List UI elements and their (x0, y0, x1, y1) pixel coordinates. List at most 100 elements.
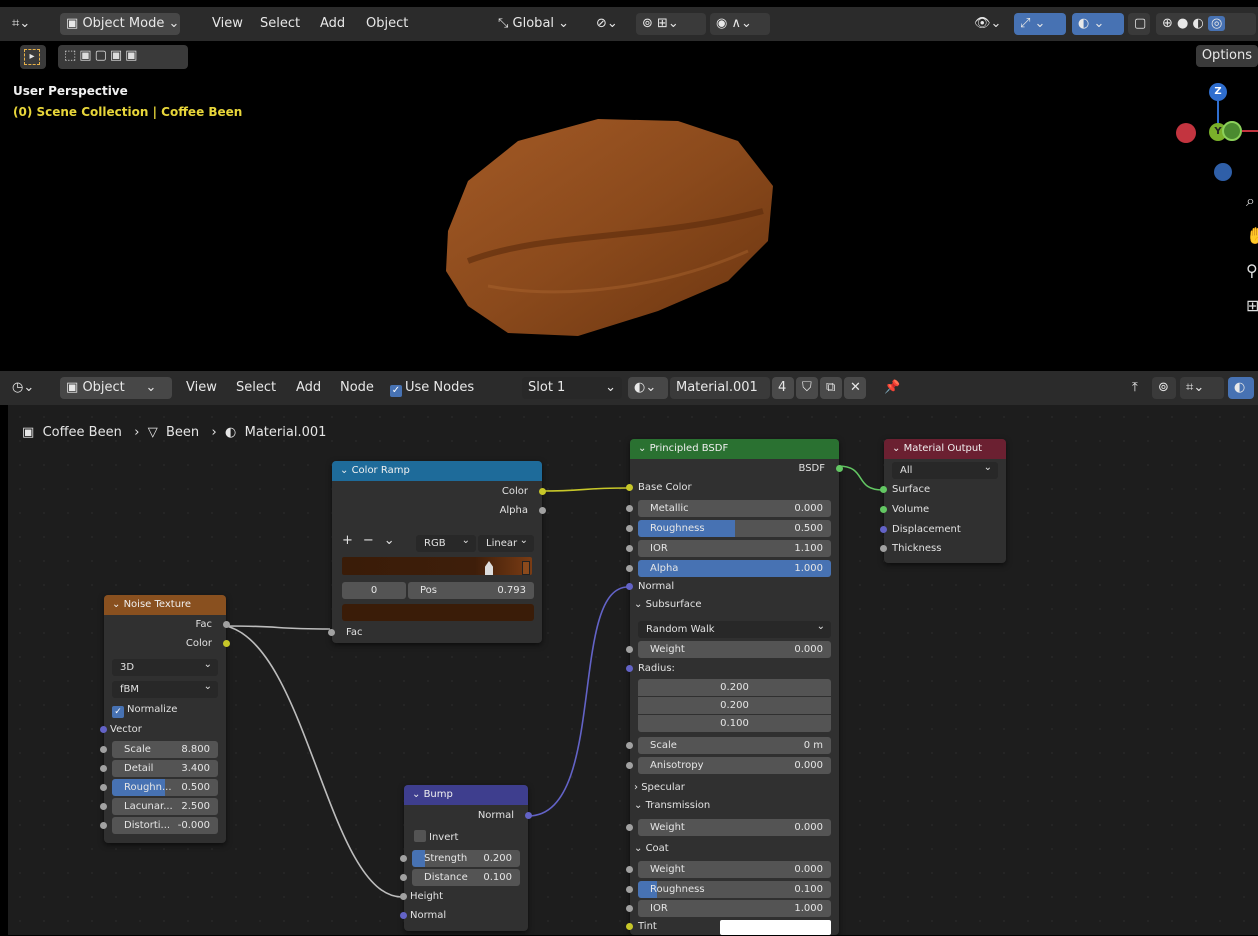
radius-x-field[interactable]: 0.200 (638, 679, 831, 696)
subsurface-method-dropdown[interactable]: Random Walk (638, 618, 831, 638)
socket[interactable] (626, 762, 633, 769)
coffee-bean-object[interactable] (428, 111, 788, 371)
node-header[interactable]: ⌄ Bump (404, 785, 528, 805)
noise-field[interactable]: Detail 3.400 (112, 760, 218, 777)
roughness-field[interactable]: Roughness 0.500 (638, 520, 831, 537)
subsurface-scale-field[interactable]: Scale 0 m (638, 737, 831, 754)
editor-type-button[interactable]: ⌗⌄ (6, 13, 36, 35)
stop-pos-field[interactable]: Pos 0.793 (408, 582, 534, 599)
node-menu-view[interactable]: View (186, 377, 217, 399)
color-mode-dropdown[interactable]: RGB (416, 532, 476, 552)
transmission-weight-field[interactable]: Weight 0.000 (638, 819, 831, 836)
node-menu-add[interactable]: Add (296, 377, 321, 399)
duplicate-material-icon[interactable]: ⧉ (820, 377, 842, 399)
noise-type-dropdown[interactable]: fBM (112, 678, 218, 698)
coat-roughness-field[interactable]: Roughness 0.100 (638, 881, 831, 898)
socket[interactable] (880, 486, 887, 493)
snap-node-icon[interactable]: ⊚ (1152, 377, 1176, 399)
noise-field[interactable]: Lacunar... 2.500 (112, 798, 218, 815)
socket[interactable] (880, 545, 887, 552)
principled-bsdf-node[interactable]: ⌄ Principled BSDF BSDF Base Color Normal… (626, 439, 843, 935)
material-output-node[interactable]: ⌄ Material Output All Surface Volume Dis… (880, 439, 1006, 563)
unlink-material-icon[interactable]: ✕ (844, 377, 866, 399)
overlay-toggle[interactable]: ◐ ⌄ (1072, 13, 1124, 35)
socket[interactable] (223, 621, 230, 628)
socket[interactable] (100, 746, 107, 753)
pivot-dropdown[interactable]: ⊘⌄ (590, 13, 634, 35)
radius-y-field[interactable]: 0.200 (638, 697, 831, 714)
output-target-dropdown[interactable]: All (892, 459, 998, 479)
invert-checkbox[interactable]: Invert (404, 829, 528, 847)
gizmo-neg-x[interactable] (1176, 123, 1196, 143)
socket[interactable] (626, 505, 633, 512)
socket[interactable] (626, 665, 633, 672)
transform-orientation-dropdown[interactable]: ⤡ Global ⌄ (492, 13, 584, 35)
panel-coat[interactable]: ⌄ Coat (634, 840, 669, 858)
material-name-field[interactable]: Material.001 (670, 377, 770, 399)
coat-ior-field[interactable]: IOR 1.000 (638, 900, 831, 917)
menu-view[interactable]: View (212, 13, 243, 35)
socket[interactable] (626, 923, 633, 930)
color-ramp-node[interactable]: ⌄ Color Ramp Color Alpha +−⌄ RGB Linear … (328, 461, 546, 643)
socket[interactable] (100, 765, 107, 772)
node-header[interactable]: ⌄ Noise Texture (104, 595, 226, 615)
socket[interactable] (400, 855, 407, 862)
noise-texture-node[interactable]: ⌄ Noise Texture Fac Color 3D fBM ✓Normal… (100, 595, 230, 843)
node-header[interactable]: ⌄ Material Output (884, 439, 1006, 459)
material-browse-button[interactable]: ◐⌄ (628, 377, 668, 399)
ramp-stop-handle[interactable] (485, 561, 493, 575)
socket[interactable] (626, 525, 633, 532)
gizmo-z-axis[interactable]: Z (1209, 83, 1227, 101)
socket[interactable] (836, 465, 843, 472)
ramp-add-remove-buttons[interactable]: +−⌄ (342, 533, 405, 548)
interpolation-dropdown[interactable]: Linear (478, 532, 534, 552)
socket[interactable] (539, 488, 546, 495)
use-nodes-checkbox[interactable]: ✓ Use Nodes (390, 377, 474, 399)
select-tool-icon[interactable]: ▸ (20, 45, 46, 69)
menu-add[interactable]: Add (320, 13, 345, 35)
metallic-field[interactable]: Metallic 0.000 (638, 500, 831, 517)
coat-weight-field[interactable]: Weight 0.000 (638, 861, 831, 878)
gizmo-toggle[interactable]: ⤢ ⌄ (1014, 13, 1066, 35)
socket[interactable] (400, 874, 407, 881)
socket[interactable] (626, 565, 633, 572)
pan-hand-icon[interactable]: ✋ (1246, 226, 1258, 245)
radius-z-field[interactable]: 0.100 (638, 715, 831, 732)
node-header[interactable]: ⌄ Color Ramp (332, 461, 542, 481)
gizmo-neg-z[interactable] (1214, 163, 1232, 181)
socket[interactable] (100, 726, 107, 733)
node-menu-select[interactable]: Select (236, 377, 276, 399)
node-editor-canvas[interactable]: ▣ Coffee Been › ▽ Been › ◐ Material.001 … (8, 405, 1258, 935)
proportional-edit-toggle[interactable]: ◉ ∧⌄ (710, 13, 770, 35)
gizmo-neg-y[interactable] (1222, 121, 1242, 141)
slot-dropdown[interactable]: Slot 1 ⌄ (522, 377, 622, 399)
subsurface-weight-field[interactable]: Weight 0.000 (638, 641, 831, 658)
selection-mode-buttons[interactable]: ⬚▣▢▣▣ (58, 45, 188, 69)
ortho-grid-icon[interactable]: ⊞ (1246, 296, 1258, 315)
parent-node-tree-icon[interactable]: ⤒ (1126, 377, 1148, 399)
stop-color-swatch[interactable] (342, 604, 534, 621)
camera-icon[interactable]: ⚲ (1246, 261, 1258, 280)
menu-select[interactable]: Select (260, 13, 300, 35)
socket[interactable] (223, 640, 230, 647)
ramp-stop-handle[interactable] (522, 561, 530, 575)
visibility-dropdown[interactable]: 👁⌄ (968, 13, 1012, 35)
tint-color-swatch[interactable] (720, 920, 831, 935)
anisotropy-field[interactable]: Anisotropy 0.000 (638, 757, 831, 774)
overlay-node-toggle[interactable]: ◐ (1228, 377, 1254, 399)
color-ramp-gradient[interactable] (342, 557, 532, 575)
distance-field[interactable]: Distance 0.100 (412, 869, 520, 886)
dimensions-dropdown[interactable]: 3D (112, 656, 218, 676)
socket[interactable] (539, 507, 546, 514)
xray-toggle[interactable]: ▢ (1128, 13, 1150, 35)
material-users-count[interactable]: 4 (772, 377, 794, 399)
socket[interactable] (400, 912, 407, 919)
zoom-icon[interactable]: ⌕ (1246, 191, 1255, 211)
mode-dropdown[interactable]: ▣ Object Mode ⌄ (60, 13, 180, 35)
panel-specular[interactable]: › Specular (634, 779, 685, 797)
socket[interactable] (626, 742, 633, 749)
socket[interactable] (880, 526, 887, 533)
socket[interactable] (328, 629, 335, 636)
normalize-checkbox[interactable]: ✓ Normalize (104, 701, 226, 719)
snap-toggle[interactable]: ⊚ ⊞⌄ (636, 13, 706, 35)
